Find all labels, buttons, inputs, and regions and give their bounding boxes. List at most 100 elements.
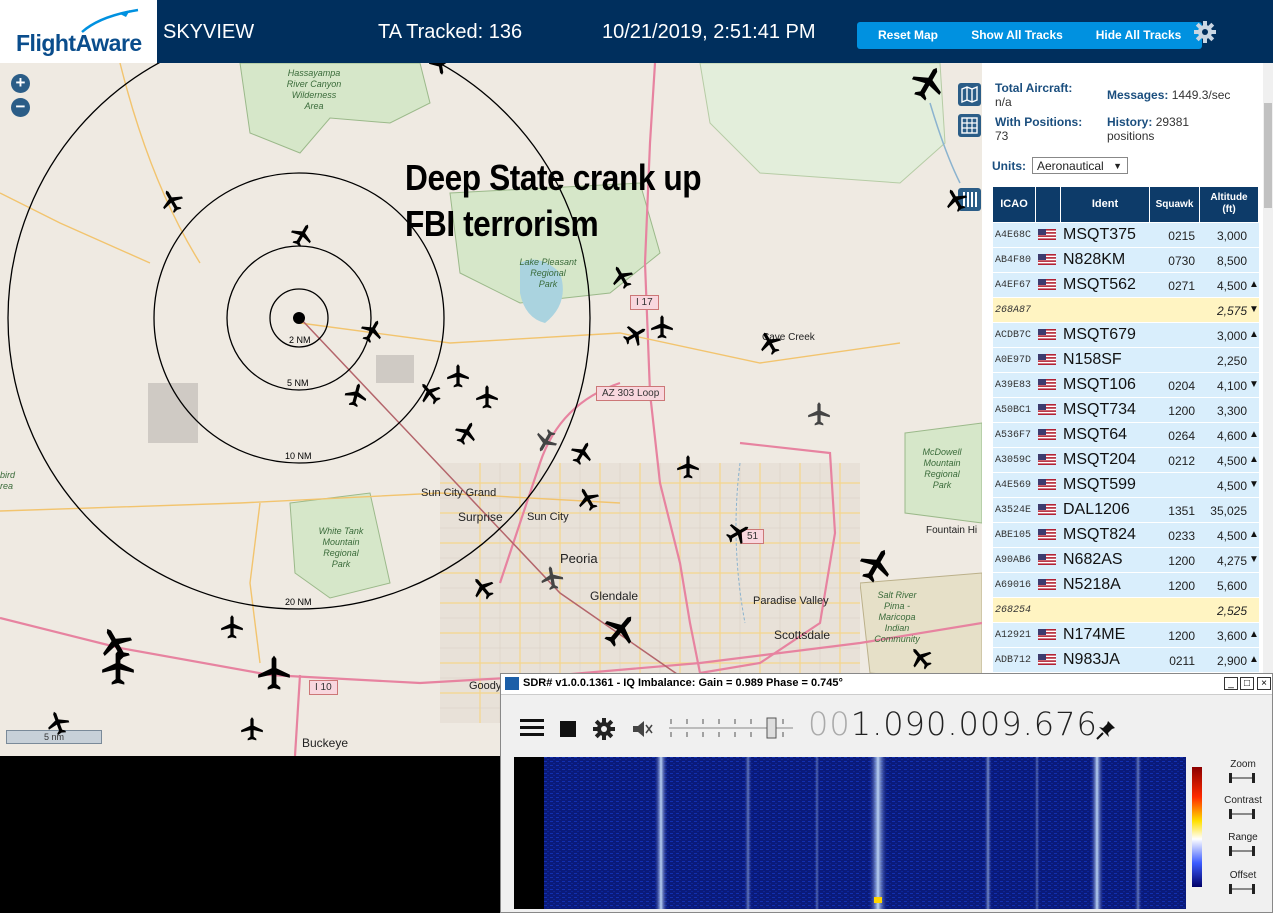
table-row[interactable]: ADB712 N983JA 0211 2,900 ▲: [993, 648, 1259, 672]
place-buckeye: Buckeye: [302, 736, 349, 750]
map-layers-icon[interactable]: [958, 83, 981, 106]
zoom-slider[interactable]: [1228, 773, 1256, 783]
aircraft-icon[interactable]: [909, 64, 947, 102]
aircraft-icon[interactable]: [219, 614, 245, 640]
range-slider[interactable]: [1228, 846, 1256, 856]
close-button[interactable]: ×: [1257, 677, 1271, 690]
aircraft-icon[interactable]: [725, 520, 751, 546]
pin-icon[interactable]: [1095, 719, 1117, 741]
aircraft-icon[interactable]: [45, 710, 71, 736]
gear-icon[interactable]: [1193, 20, 1217, 44]
sidebar-scrollbar[interactable]: [1263, 63, 1273, 673]
units-select[interactable]: Aeronautical ▼: [1032, 157, 1128, 174]
squawk-cell: 0204: [1168, 379, 1195, 393]
table-row[interactable]: A90AB6 N682AS 1200 4,275 ▼: [993, 548, 1259, 572]
col-flag[interactable]: [1036, 187, 1061, 222]
col-altitude[interactable]: Altitude (ft): [1200, 187, 1259, 222]
aircraft-icon[interactable]: [289, 222, 315, 248]
aircraft-icon[interactable]: [649, 314, 675, 340]
table-row[interactable]: A0E97D N158SF 2,250: [993, 348, 1259, 372]
aircraft-icon[interactable]: [569, 440, 595, 466]
table-row[interactable]: 268A87 2,575 ▼: [993, 298, 1259, 322]
table-row[interactable]: A536F7 MSQT64 0264 4,600 ▲: [993, 423, 1259, 447]
grid-icon[interactable]: [958, 114, 981, 137]
aircraft-icon[interactable]: [857, 546, 895, 584]
aircraft-icon[interactable]: [255, 654, 293, 692]
offset-slider[interactable]: [1228, 884, 1256, 894]
table-row[interactable]: A4E569 MSQT599 4,500 ▼: [993, 473, 1259, 497]
zoom-in-button[interactable]: +: [11, 74, 30, 93]
table-row[interactable]: A3524E DAL1206 1351 35,025: [993, 498, 1259, 522]
volume-slider[interactable]: [667, 715, 795, 741]
maximize-button[interactable]: □: [1240, 677, 1254, 690]
map-view[interactable]: Deep State crank up FBI terrorism + − 2 …: [0, 63, 982, 756]
empty-area: [0, 756, 500, 913]
table-row[interactable]: ABE105 MSQT824 0233 4,500 ▲: [993, 523, 1259, 547]
aircraft-icon[interactable]: [427, 63, 453, 76]
aircraft-icon[interactable]: [239, 716, 265, 742]
flightaware-logo[interactable]: FlightAware: [0, 0, 157, 63]
aircraft-icon[interactable]: [343, 382, 369, 408]
aircraft-icon[interactable]: [622, 322, 648, 348]
ident-cell: MSQT824: [1063, 526, 1136, 543]
waterfall-display[interactable]: [514, 757, 1186, 909]
sdr-app-icon: [505, 677, 519, 690]
aircraft-icon[interactable]: [417, 380, 443, 406]
aircraft-icon[interactable]: [575, 486, 601, 512]
table-row[interactable]: A4EF67 MSQT562 0271 4,500 ▲: [993, 273, 1259, 297]
total-aircraft: Total Aircraft: n/a: [995, 81, 1073, 109]
settings-gear-icon[interactable]: [593, 718, 615, 740]
table-row[interactable]: A3059C MSQT204 0212 4,500 ▲: [993, 448, 1259, 472]
show-all-tracks-button[interactable]: Show All Tracks: [950, 22, 1084, 49]
park-lake-pleasant: Lake Pleasant Regional Park: [519, 257, 577, 289]
aircraft-icon[interactable]: [359, 318, 385, 344]
shield-i10: I 10: [309, 680, 338, 695]
reset-map-button[interactable]: Reset Map: [857, 22, 959, 49]
table-row[interactable]: A39E83 MSQT106 0204 4,100 ▼: [993, 373, 1259, 397]
table-row[interactable]: A12921 N174ME 1200 3,600 ▲: [993, 623, 1259, 647]
datetime: 10/21/2019, 2:51:41 PM: [602, 21, 816, 43]
aircraft-icon[interactable]: [757, 330, 783, 356]
minimize-button[interactable]: _: [1224, 677, 1238, 690]
table-row[interactable]: 268254 2,525: [993, 598, 1259, 622]
table-row[interactable]: A4E68C MSQT375 0215 3,000: [993, 223, 1259, 247]
aircraft-icon[interactable]: [943, 187, 969, 213]
contrast-label: Contrast: [1224, 795, 1262, 806]
aircraft-icon[interactable]: [159, 188, 185, 214]
icao-cell: A4E569: [995, 480, 1032, 491]
col-icao[interactable]: ICAO: [993, 187, 1036, 222]
col-ident[interactable]: Ident: [1061, 187, 1150, 222]
squawk-cell: 0215: [1168, 229, 1195, 243]
aircraft-icon[interactable]: [609, 264, 635, 290]
aircraft-icon[interactable]: [453, 420, 479, 446]
aircraft-icon[interactable]: [470, 575, 496, 601]
ring-label-20nm: 20 NM: [285, 597, 312, 607]
place-fountain-hills: Fountain Hi: [926, 525, 978, 536]
table-row[interactable]: A50BC1 MSQT734 1200 3,300: [993, 398, 1259, 422]
sdr-title-bar[interactable]: SDR# v1.0.0.1361 - IQ Imbalance: Gain = …: [501, 674, 1272, 695]
stop-icon[interactable]: [559, 720, 577, 738]
table-row[interactable]: ACDB7C MSQT679 3,000 ▲: [993, 323, 1259, 347]
table-row[interactable]: AB4F80 N828KM 0730 8,500: [993, 248, 1259, 272]
table-row[interactable]: A69016 N5218A 1200 5,600: [993, 573, 1259, 597]
altitude-cell: 2,575: [1216, 304, 1247, 318]
aircraft-icon[interactable]: [539, 565, 565, 591]
aircraft-icon[interactable]: [99, 649, 137, 687]
hide-all-tracks-button[interactable]: Hide All Tracks: [1075, 22, 1202, 49]
col-squawk[interactable]: Squawk: [1150, 187, 1200, 222]
contrast-slider[interactable]: [1228, 809, 1256, 819]
aircraft-icon[interactable]: [675, 454, 701, 480]
zoom-out-button[interactable]: −: [11, 98, 30, 117]
frequency-display[interactable]: 001.090.009.676: [808, 705, 1098, 743]
mute-icon[interactable]: [631, 719, 653, 739]
aircraft-icon[interactable]: [601, 611, 639, 649]
aircraft-icon[interactable]: [474, 384, 500, 410]
aircraft-icon[interactable]: [908, 645, 934, 671]
us-flag-icon: [1038, 529, 1056, 540]
aircraft-icon[interactable]: [533, 428, 559, 454]
menu-icon[interactable]: [519, 717, 545, 739]
aircraft-icon[interactable]: [806, 401, 832, 427]
altitude-cell: 4,500: [1216, 279, 1247, 293]
aircraft-icon[interactable]: [445, 363, 471, 389]
icao-cell: A39E83: [995, 380, 1032, 391]
